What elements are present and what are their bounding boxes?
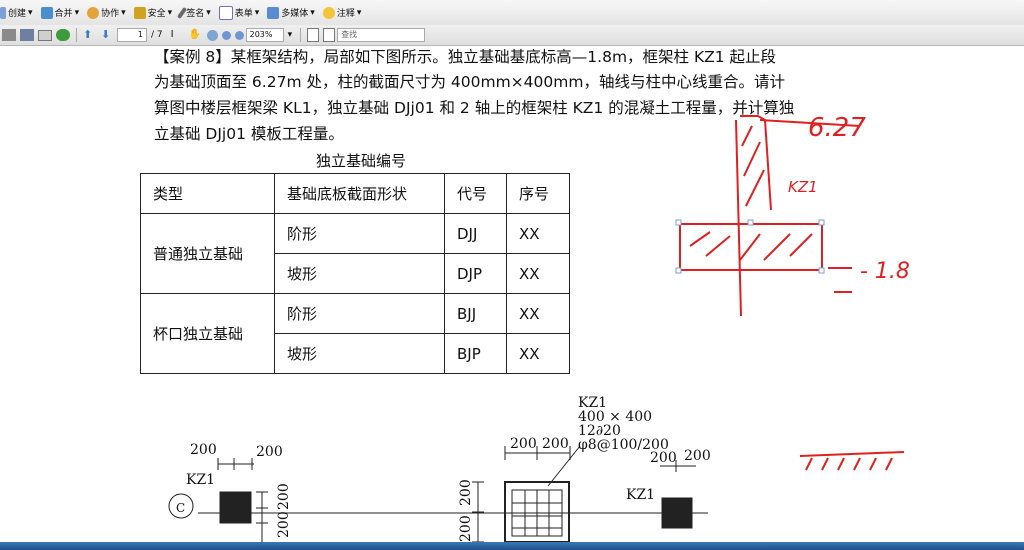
page-number-input[interactable]: 1	[117, 28, 147, 42]
collaborate-button[interactable]: 协作 ▾	[87, 6, 126, 19]
dim-text-vert-b: 200	[276, 511, 292, 538]
dim-line-top-left	[217, 458, 254, 470]
lock-icon	[133, 6, 146, 19]
kz1-handwritten-text: KZ1	[788, 178, 818, 196]
fit-width-icon[interactable]	[323, 28, 336, 42]
print-icon[interactable]	[2, 29, 16, 41]
kz1-label-left: KZ1	[186, 472, 215, 488]
collaborate-label: 协作	[101, 9, 120, 19]
dim-text-200-c: 200	[510, 436, 537, 452]
comment-icon	[322, 6, 335, 19]
media-label: 多媒体	[281, 9, 309, 19]
separator	[300, 28, 302, 42]
page-total: / 7	[151, 30, 163, 40]
column-axis-stroke	[735, 119, 742, 317]
column-right	[661, 497, 693, 529]
zoom-out-icon[interactable]	[221, 30, 231, 40]
form-icon	[218, 5, 233, 20]
dim-text-vert-d: 200	[458, 515, 474, 542]
dim-line-vert-left	[256, 491, 268, 542]
save-icon[interactable]	[20, 29, 34, 41]
create-button[interactable]: 创建 ▾	[0, 6, 33, 19]
ground-hatch	[805, 457, 893, 471]
elevation-bottom-text: - 1.8	[860, 259, 910, 284]
zoom-dropdown-icon[interactable]: ▾	[288, 30, 293, 40]
merge-button[interactable]: 合并 ▾	[40, 6, 79, 19]
form-button[interactable]: 表单 ▾	[218, 5, 259, 20]
column-left	[219, 491, 252, 524]
comment-label: 注释	[336, 9, 355, 19]
separator	[76, 28, 77, 42]
next-page-icon[interactable]: ⬇	[101, 29, 115, 41]
dim-text-vert-a: 200	[276, 483, 292, 510]
ground-line	[799, 451, 905, 457]
document-page: 【案例 8】某框架结构，局部如下图所示。独立基础基底标高—1.8m，框架柱 KZ…	[0, 46, 1024, 542]
column-outline-stroke	[740, 115, 772, 211]
select-text-icon[interactable]: I	[171, 29, 185, 41]
zoom-tool-icon[interactable]	[206, 29, 218, 41]
navigation-toolbar: ⬆ ⬇ 1 / 7 I ✋ 203% ▾ 查找	[0, 25, 1024, 46]
merge-icon	[40, 6, 53, 19]
collaborate-icon	[87, 6, 100, 19]
drawing-labels: 200 200 KZ1 C KZ1 400 × 400 12∂20 φ8@100…	[176, 395, 711, 542]
column-hatch	[741, 125, 765, 207]
globe-icon[interactable]	[56, 29, 70, 41]
security-button[interactable]: 安全 ▾	[133, 6, 172, 19]
dim-text-vert-c: 200	[458, 479, 474, 506]
dim-text-200-b: 200	[256, 444, 283, 460]
hand-icon[interactable]: ✋	[189, 29, 203, 41]
kz1-label-right: KZ1	[626, 487, 655, 503]
security-label: 安全	[147, 9, 166, 19]
taskbar	[0, 542, 1024, 550]
dim-text-200-a: 200	[190, 442, 217, 458]
media-button[interactable]: 多媒体 ▾	[267, 6, 315, 19]
email-icon[interactable]	[38, 29, 52, 41]
drawing-canvas: 6.27 KZ1 - 1.8 200 200 KZ1 C KZ1 400 × 4…	[168, 113, 910, 542]
dim-text-200-f: 200	[684, 448, 711, 464]
dim-text-200-d: 200	[542, 436, 569, 452]
sign-button[interactable]: 签名 ▾	[177, 6, 211, 19]
create-icon	[0, 6, 6, 19]
create-label: 创建	[8, 9, 27, 19]
footing-hatch	[689, 231, 813, 261]
dim-text-200-e: 200	[650, 450, 677, 466]
zoom-in-icon[interactable]	[234, 30, 244, 40]
handwritten-annotation	[679, 115, 905, 471]
comment-button[interactable]: 注释 ▾	[322, 6, 361, 19]
zoom-level-field[interactable]: 203%	[245, 28, 284, 42]
axis-label-c: C	[176, 501, 185, 515]
fit-page-icon[interactable]	[307, 28, 320, 42]
elevation-top-text: 6.27	[808, 113, 866, 143]
prev-page-icon[interactable]: ⬆	[83, 29, 97, 41]
leader-line	[547, 445, 581, 487]
merge-label: 合并	[54, 9, 73, 19]
sign-label: 签名	[186, 9, 205, 19]
main-toolbar: 创建 ▾ 合并 ▾ 协作 ▾ 安全 ▾ 签名 ▾ 表单 ▾ 多媒体 ▾ 注释 ▾	[0, 0, 1024, 26]
form-label: 表单	[234, 9, 253, 19]
media-icon	[267, 6, 280, 19]
search-input[interactable]: 查找	[337, 28, 426, 42]
